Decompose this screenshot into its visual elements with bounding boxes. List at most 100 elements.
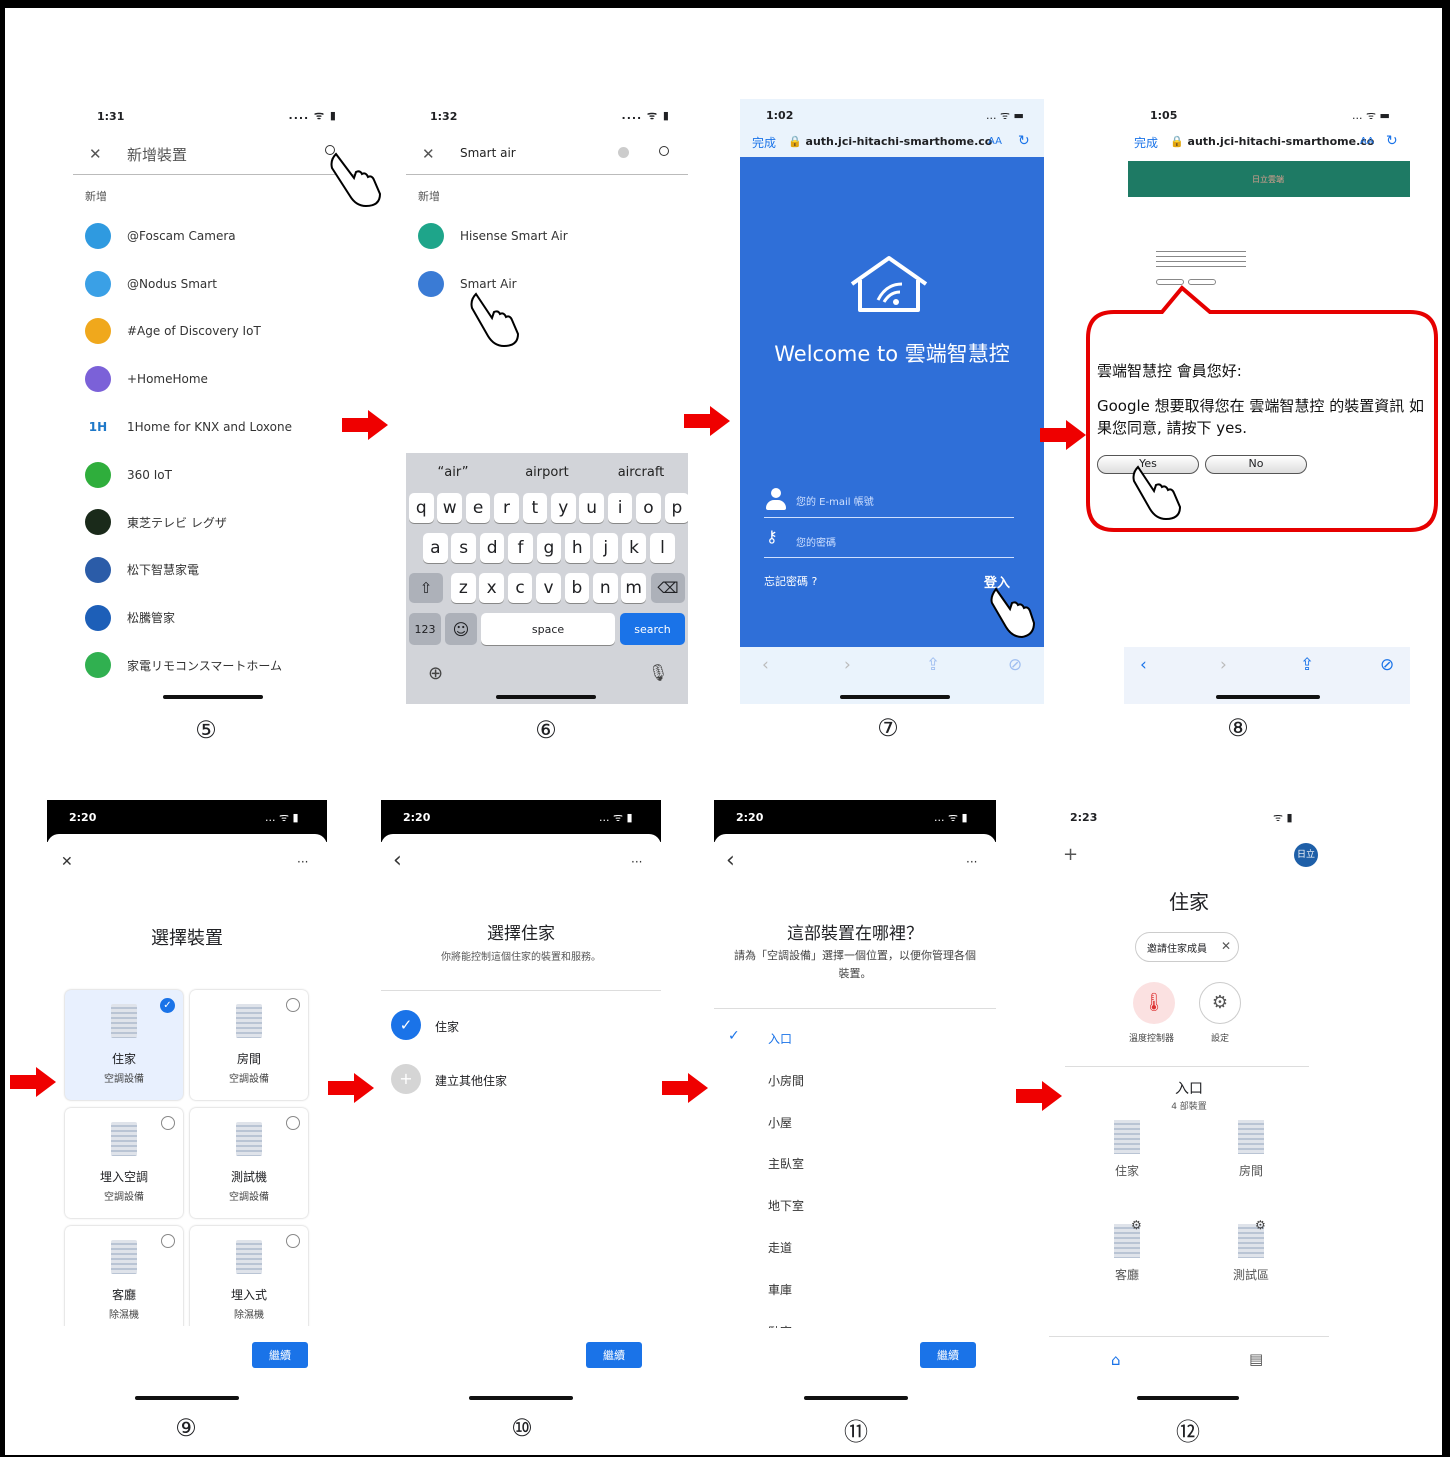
list-item[interactable]: 東芝テレビ レグザ [85, 507, 227, 537]
key-g[interactable]: g [536, 533, 562, 563]
back-icon[interactable]: ‹ [762, 655, 769, 675]
continue-button[interactable]: 繼續 [920, 1342, 976, 1368]
avatar[interactable]: 日立 [1294, 843, 1318, 867]
location-option[interactable]: 主臥室 [768, 1155, 804, 1172]
key-j[interactable]: j [593, 533, 618, 563]
home-tab-icon[interactable]: ⌂ [1111, 1351, 1121, 1369]
continue-button[interactable]: 繼續 [252, 1342, 308, 1368]
share-icon[interactable]: ⇪ [926, 655, 940, 675]
invite-close-icon[interactable]: ✕ [1221, 939, 1231, 953]
list-item[interactable]: 360 IoT [85, 460, 172, 490]
room-device[interactable]: ⚙ 客廳 [1097, 1218, 1157, 1283]
continue-button[interactable]: 繼續 [586, 1342, 642, 1368]
numbers-key[interactable]: 123 [409, 613, 441, 645]
key-t[interactable]: t [522, 493, 548, 523]
search-input[interactable]: Smart air [460, 146, 516, 160]
emoji-key[interactable]: ☺ [445, 613, 477, 645]
device-card[interactable]: 埋入式 除濕機 [190, 1226, 308, 1336]
location-option[interactable]: 小屋 [768, 1114, 792, 1131]
key-b[interactable]: b [564, 573, 590, 603]
url-bar[interactable]: 🔒 auth.jci-hitachi-smarthome.co [1170, 135, 1374, 148]
room-device[interactable]: ⚙ 測試區 [1221, 1218, 1281, 1283]
microphone-icon[interactable]: 🎙 [648, 663, 668, 682]
settings-icon[interactable]: ⚙ [1199, 982, 1241, 1024]
thermometer-icon[interactable]: 🌡 [1133, 982, 1175, 1024]
key-y[interactable]: y [551, 493, 576, 523]
forgot-password-link[interactable]: 忘記密碼 ? [764, 573, 817, 589]
key-h[interactable]: h [565, 533, 590, 563]
device-card[interactable]: 埋入空調 空調設備 [65, 1108, 183, 1218]
list-item[interactable]: #Age of Discovery IoT [85, 316, 261, 346]
room-device[interactable]: 房間 [1221, 1120, 1281, 1179]
key-i[interactable]: i [607, 493, 633, 523]
reload-icon[interactable]: ↻ [1018, 133, 1030, 149]
forward-icon[interactable]: › [1220, 655, 1227, 675]
radio-icon[interactable] [161, 1116, 175, 1130]
list-item[interactable]: 松騰管家 [85, 603, 175, 633]
search-key[interactable]: search [620, 613, 685, 645]
key-a[interactable]: a [423, 533, 448, 563]
key-q[interactable]: q [409, 493, 434, 523]
more-icon[interactable]: ··· [631, 855, 642, 869]
more-icon[interactable]: ··· [297, 855, 308, 869]
device-card[interactable]: 客廳 除濕機 [65, 1226, 183, 1336]
back-icon[interactable]: ‹ [393, 848, 402, 873]
url-bar[interactable]: 🔒 auth.jci-hitachi-smarthome.co [788, 135, 992, 148]
compass-icon[interactable]: ⊘ [1008, 655, 1022, 675]
back-icon[interactable]: ‹ [726, 848, 735, 873]
suggestion[interactable]: airport [500, 465, 594, 480]
location-option[interactable]: 入口 [768, 1030, 792, 1047]
search-icon[interactable] [659, 146, 669, 156]
selected-check-icon[interactable]: ✓ [160, 998, 175, 1013]
radio-icon[interactable] [286, 998, 300, 1012]
key-x[interactable]: x [479, 573, 504, 603]
close-icon[interactable]: ✕ [89, 145, 102, 163]
location-option[interactable]: 地下室 [768, 1197, 804, 1214]
list-item[interactable]: 1H 1Home for KNX and Loxone [85, 412, 292, 442]
list-item[interactable]: 松下智慧家電 [85, 555, 199, 585]
add-icon[interactable]: + [1063, 844, 1078, 865]
close-icon[interactable]: ✕ [422, 145, 435, 163]
key-r[interactable]: r [494, 493, 519, 523]
key-c[interactable]: c [507, 573, 533, 603]
space-key[interactable]: space [481, 613, 615, 645]
backspace-key[interactable]: ⌫ [651, 573, 685, 603]
room-device[interactable]: 住家 [1097, 1120, 1157, 1179]
clear-icon[interactable] [618, 147, 629, 158]
location-option[interactable]: 走道 [768, 1239, 792, 1256]
compass-icon[interactable]: ⊘ [1380, 655, 1394, 675]
location-option[interactable]: 小房間 [768, 1072, 804, 1089]
text-size-button[interactable]: AA [1360, 136, 1374, 147]
create-home-option[interactable]: 建立其他住家 [435, 1072, 507, 1089]
key-d[interactable]: d [479, 533, 505, 563]
text-size-button[interactable]: AA [988, 136, 1002, 147]
list-item[interactable]: 家電リモコンスマートホーム [85, 650, 282, 680]
more-icon[interactable]: ··· [966, 855, 977, 869]
add-circle-icon[interactable]: + [391, 1064, 421, 1094]
radio-icon[interactable] [286, 1234, 300, 1248]
device-card[interactable]: ✓ 住家 空調設備 [65, 990, 183, 1100]
key-u[interactable]: u [579, 493, 604, 523]
key-l[interactable]: l [650, 533, 675, 563]
suggestion[interactable]: “air” [406, 465, 500, 480]
list-item[interactable]: +HomeHome [85, 364, 208, 394]
check-circle-icon[interactable]: ✓ [391, 1010, 421, 1040]
device-card[interactable]: 房間 空調設備 [190, 990, 308, 1100]
no-button[interactable]: No [1205, 455, 1307, 474]
list-item[interactable]: Hisense Smart Air [418, 221, 568, 251]
done-button[interactable]: 完成 [752, 134, 776, 151]
key-z[interactable]: z [451, 573, 476, 603]
close-icon[interactable]: ✕ [61, 854, 73, 870]
key-k[interactable]: k [621, 533, 647, 563]
devices-tab-icon[interactable]: ▤ [1249, 1350, 1263, 1368]
key-n[interactable]: n [593, 573, 618, 603]
share-icon[interactable]: ⇪ [1300, 655, 1314, 675]
list-item[interactable]: @Foscam Camera [85, 221, 236, 251]
email-field[interactable]: 您的 E-mail 帳號 [796, 493, 874, 508]
key-w[interactable]: w [437, 493, 462, 523]
key-f[interactable]: f [508, 533, 533, 563]
key-m[interactable]: m [621, 573, 646, 603]
key-p[interactable]: p [664, 493, 688, 523]
shift-key[interactable]: ⇧ [409, 573, 443, 603]
globe-icon[interactable]: ⊕ [428, 663, 443, 684]
